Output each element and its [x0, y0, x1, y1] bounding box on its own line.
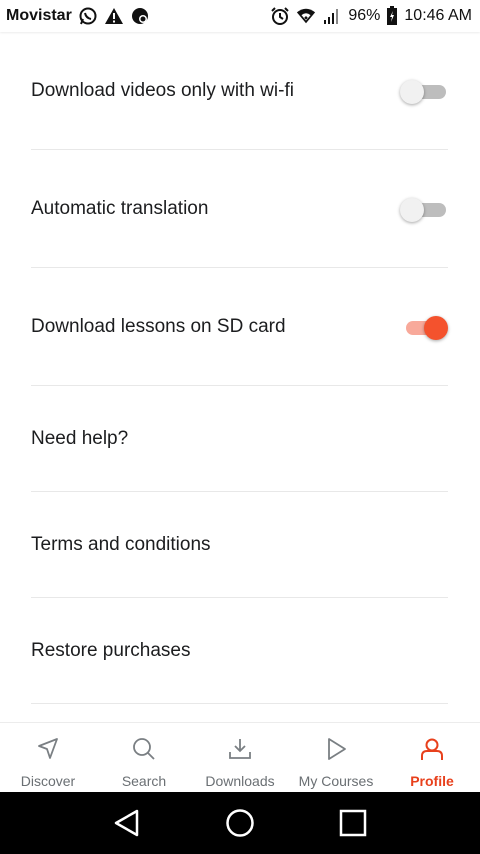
clock: 10:46 AM [404, 7, 472, 24]
signal-icon [322, 6, 342, 26]
nav-downloads[interactable]: Downloads [192, 723, 288, 792]
setting-sd-card[interactable]: Download lessons on SD card [31, 268, 448, 386]
battery-percent: 96% [348, 7, 381, 24]
nav-label: Profile [410, 773, 454, 789]
status-bar: Movistar 96% 10:46 AM [0, 0, 480, 32]
setting-terms[interactable]: Terms and conditions [31, 492, 448, 598]
setting-label: Automatic translation [31, 197, 209, 219]
nav-label: Downloads [205, 773, 275, 789]
setting-label: Terms and conditions [31, 533, 211, 555]
profile-icon [419, 736, 445, 767]
wifi-only-toggle[interactable] [400, 78, 448, 104]
back-icon[interactable] [107, 803, 147, 843]
nav-label: Discover [20, 773, 76, 789]
setting-label: Need help? [31, 427, 129, 449]
nav-discover[interactable]: Discover [0, 723, 96, 792]
setting-label: Download videos only with wi-fi [31, 79, 294, 101]
nav-label: My Courses [298, 773, 374, 789]
search-icon [131, 736, 157, 767]
wifi-icon [296, 6, 316, 26]
download-icon [227, 736, 253, 767]
whatsapp-icon [78, 6, 98, 26]
auto-translation-toggle[interactable] [400, 196, 448, 222]
navigation-arrow-icon [35, 736, 61, 767]
setting-auto-translation[interactable]: Automatic translation [31, 150, 448, 268]
play-icon [323, 736, 349, 767]
warning-icon [104, 6, 124, 26]
alarm-icon [270, 6, 290, 26]
sd-card-toggle[interactable] [400, 314, 448, 340]
home-icon[interactable] [220, 803, 260, 843]
setting-wifi-only[interactable]: Download videos only with wi-fi [31, 32, 448, 150]
setting-label: Restore purchases [31, 639, 191, 661]
nav-search[interactable]: Search [96, 723, 192, 792]
setting-label: Download lessons on SD card [31, 315, 286, 337]
app-notification-icon [130, 6, 150, 26]
setting-restore-purchases[interactable]: Restore purchases [31, 598, 448, 704]
system-navigation-bar [0, 792, 480, 854]
setting-need-help[interactable]: Need help? [31, 386, 448, 492]
settings-list: Download videos only with wi-fi Automati… [0, 32, 480, 722]
battery-icon [386, 6, 398, 26]
nav-profile[interactable]: Profile [384, 723, 480, 792]
recents-icon[interactable] [333, 803, 373, 843]
nav-my-courses[interactable]: My Courses [288, 723, 384, 792]
bottom-navigation: Discover Search Downloads My Courses Pro… [0, 722, 480, 792]
carrier-name: Movistar [6, 7, 72, 24]
nav-label: Search [121, 773, 167, 789]
